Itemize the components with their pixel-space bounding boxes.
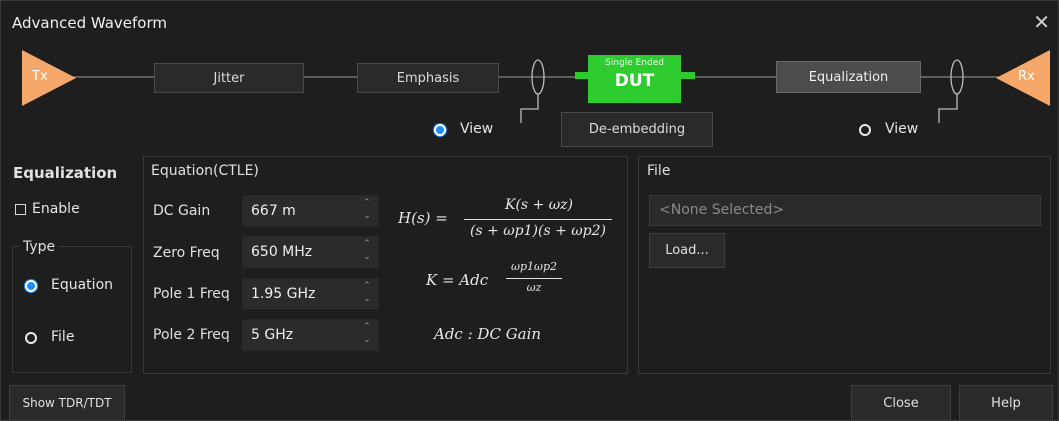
spin-value: 650 MHz (251, 244, 313, 260)
spin-arrows-icon[interactable]: ⌃ ⌄ (362, 238, 372, 264)
title-bar: Advanced Waveform ✕ (1, 1, 1059, 43)
pole2-freq-spinbox[interactable]: 5 GHz ⌃ ⌄ (242, 319, 379, 351)
param-label: DC Gain (153, 203, 211, 219)
tx-block[interactable]: Tx (22, 50, 77, 106)
type-file-radio[interactable]: File (25, 329, 125, 347)
radio-unselected-icon (859, 124, 871, 136)
view-right-radio[interactable]: View (859, 121, 939, 139)
emphasis-button[interactable]: Emphasis (357, 63, 499, 93)
equalization-heading: Equalization (13, 164, 118, 182)
file-heading: File (647, 163, 671, 179)
help-button[interactable]: Help (959, 385, 1053, 421)
equation-heading: Equation(CTLE) (151, 163, 259, 179)
formula-h-lhs: H(s) = (398, 209, 448, 227)
view-left-radio[interactable]: View (434, 121, 514, 139)
type-group: Type Equation File (12, 239, 132, 373)
view-left-label: View (460, 121, 494, 137)
formula-h-denominator: (s + ωp1)(s + ωp2) (469, 223, 607, 239)
show-tdr-tdt-button[interactable]: Show TDR/TDT (9, 385, 125, 421)
deembedding-button[interactable]: De-embedding (561, 112, 713, 147)
dialog-title: Advanced Waveform (12, 14, 168, 32)
spin-arrows-icon[interactable]: ⌃ ⌄ (362, 197, 372, 223)
jitter-button[interactable]: Jitter (154, 63, 304, 93)
rx-label: Rx (1018, 69, 1035, 84)
checkbox-icon (15, 204, 26, 215)
file-panel: File <None Selected> Load... (638, 156, 1051, 374)
type-file-label: File (51, 329, 75, 345)
param-label: Pole 1 Freq (153, 286, 230, 302)
close-button[interactable]: Close (851, 385, 951, 421)
view-right-label: View (885, 121, 919, 137)
spin-value: 667 m (251, 203, 296, 219)
dc-gain-spinbox[interactable]: 667 m ⌃ ⌄ (242, 195, 379, 227)
formula-adc: Adc : DC Gain (434, 325, 542, 343)
param-label: Zero Freq (153, 245, 220, 261)
rx-block[interactable]: Rx (996, 50, 1051, 106)
formula-k-numerator: ωp1ωp2 (510, 260, 558, 273)
load-button[interactable]: Load... (649, 233, 725, 268)
spin-arrows-icon[interactable]: ⌃ ⌄ (362, 321, 372, 347)
equalization-button[interactable]: Equalization (776, 61, 921, 93)
radio-selected-icon (25, 280, 37, 292)
type-heading: Type (20, 239, 59, 255)
spin-value: 1.95 GHz (251, 286, 316, 302)
dut-block[interactable]: Single Ended DUT (588, 55, 681, 103)
formula-h-numerator: K(s + ωz) (505, 197, 573, 213)
advanced-waveform-dialog: Advanced Waveform ✕ Tx Jitter Emphasis S… (0, 0, 1059, 421)
dut-label: DUT (614, 71, 655, 91)
formula-h-fraction-bar (464, 219, 612, 220)
formula-k-denominator: ωz (526, 281, 542, 294)
param-label: Pole 2 Freq (153, 327, 230, 343)
radio-selected-icon (434, 124, 446, 136)
spin-arrows-icon[interactable]: ⌃ ⌄ (362, 280, 372, 306)
pole1-freq-spinbox[interactable]: 1.95 GHz ⌃ ⌄ (242, 278, 379, 310)
radio-unselected-icon (25, 332, 37, 344)
zero-freq-spinbox[interactable]: 650 MHz ⌃ ⌄ (242, 236, 379, 268)
signal-chain: Tx Jitter Emphasis Single Ended DUT Equa… (1, 43, 1059, 147)
formula-k-lhs: K = Adc (426, 271, 489, 289)
enable-checkbox[interactable]: Enable (15, 201, 115, 219)
dut-mode-label: Single Ended (605, 58, 664, 68)
close-icon[interactable]: ✕ (1033, 10, 1050, 34)
type-equation-radio[interactable]: Equation (25, 277, 125, 295)
type-equation-label: Equation (51, 277, 114, 293)
spin-value: 5 GHz (251, 327, 294, 343)
equalization-panel: Equalization Enable Type Equation File (9, 156, 138, 374)
equation-panel: Equation(CTLE) DC Gain 667 m ⌃ ⌄ Zero Fre… (143, 156, 628, 374)
file-path-placeholder: <None Selected> (659, 202, 785, 218)
enable-label: Enable (32, 201, 80, 217)
file-path-field[interactable]: <None Selected> (649, 195, 1041, 226)
tx-label: Tx (32, 69, 48, 84)
formula-k-fraction-bar (506, 278, 562, 279)
